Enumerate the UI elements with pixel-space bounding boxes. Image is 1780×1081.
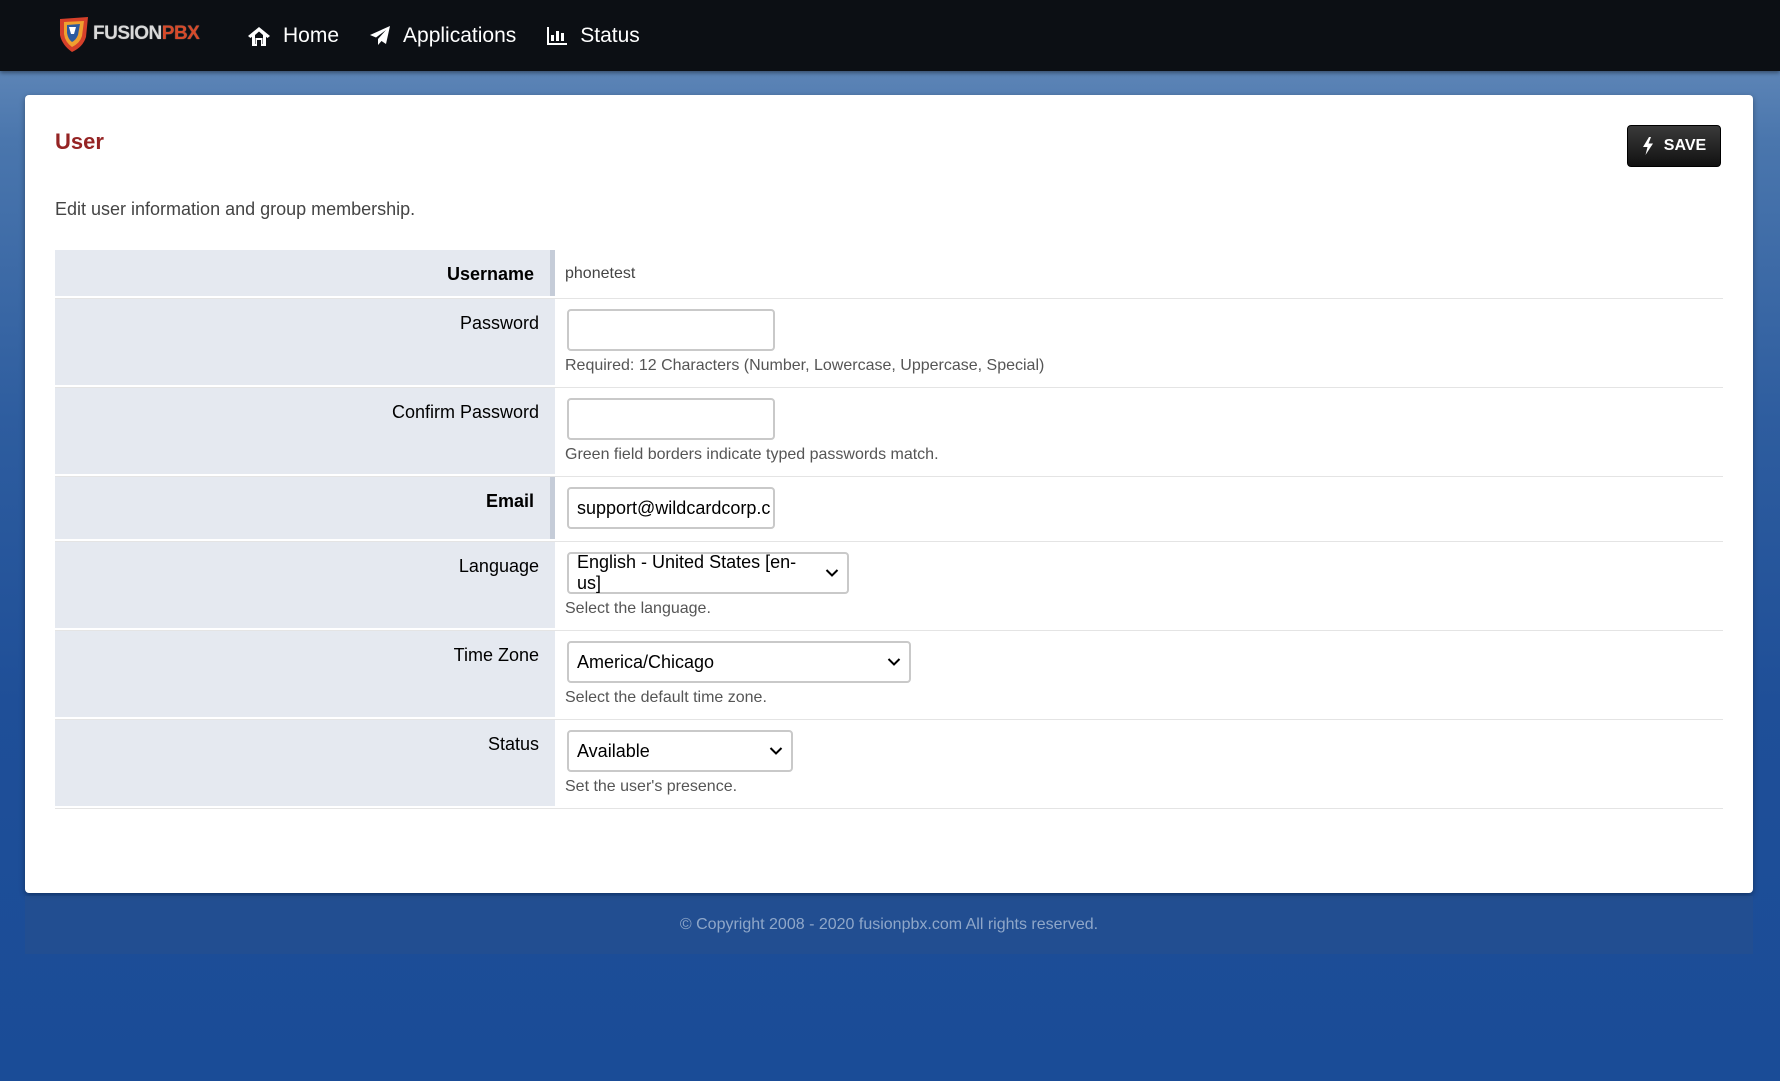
username-value: phonetest	[565, 265, 636, 282]
nav-item-applications[interactable]: Applications	[369, 24, 516, 48]
form-row-status: Status Available Set the user's presence…	[55, 720, 1723, 809]
field-label-time-zone: Time Zone	[55, 631, 555, 717]
save-button[interactable]: SAVE	[1627, 125, 1721, 167]
nav-item-label: Applications	[403, 23, 517, 47]
form-row-confirm-password: Confirm Password Green field borders ind…	[55, 388, 1723, 477]
bar-chart-icon	[547, 26, 568, 45]
chevron-down-icon	[825, 568, 839, 578]
confirm-password-help: Green field borders indicate typed passw…	[565, 446, 939, 463]
footer-copyright: © Copyright 2008 - 2020 fusionpbx.com Al…	[25, 896, 1753, 954]
field-label-username: Username	[55, 250, 555, 296]
password-field[interactable]	[567, 309, 775, 351]
language-help: Select the language.	[565, 600, 711, 617]
logo-shield-icon	[60, 17, 88, 52]
form-row-time-zone: Time Zone America/Chicago Select the def…	[55, 631, 1723, 720]
field-label-password: Password	[55, 299, 555, 385]
user-form: Username phonetest Password Required: 12…	[55, 250, 1723, 809]
chevron-down-icon	[887, 657, 901, 667]
status-help: Set the user's presence.	[565, 778, 738, 795]
nav-item-label: Home	[283, 23, 340, 47]
status-select-value: Available	[577, 740, 650, 761]
form-row-email: Email support@wildcardcorp.c	[55, 477, 1723, 542]
time-zone-select[interactable]: America/Chicago	[567, 641, 911, 683]
nav-item-status[interactable]: Status	[546, 24, 640, 48]
email-field[interactable]: support@wildcardcorp.c	[567, 487, 775, 529]
home-icon	[248, 26, 270, 46]
fusionpbx-logo[interactable]: FUSIONPBX	[56, 14, 200, 54]
status-select[interactable]: Available	[567, 730, 793, 772]
logo-text: FUSIONPBX	[93, 23, 200, 44]
nav-item-label: Status	[580, 23, 640, 47]
confirm-password-field[interactable]	[567, 398, 775, 440]
form-row-username: Username phonetest	[55, 250, 1723, 299]
password-help: Required: 12 Characters (Number, Lowerca…	[565, 357, 1045, 374]
user-edit-card: User SAVE Edit user information and grou…	[25, 95, 1753, 893]
nav-item-home[interactable]: Home	[247, 24, 339, 48]
language-select-value: English - United States [en-us]	[577, 552, 797, 593]
form-row-language: Language English - United States [en-us]…	[55, 542, 1723, 631]
field-label-email: Email	[55, 477, 555, 539]
field-label-language: Language	[55, 542, 555, 628]
chevron-down-icon	[769, 746, 783, 756]
time-zone-help: Select the default time zone.	[565, 689, 767, 706]
top-navbar: FUSIONPBX Home Applications Status	[0, 0, 1780, 71]
paper-plane-icon	[370, 25, 391, 45]
field-label-status: Status	[55, 720, 555, 806]
page-description: Edit user information and group membersh…	[55, 199, 416, 219]
save-button-label: SAVE	[1663, 137, 1707, 154]
bolt-icon	[1642, 137, 1653, 155]
language-select[interactable]: English - United States [en-us]	[567, 552, 849, 594]
page-title: User	[55, 129, 104, 154]
form-row-password: Password Required: 12 Characters (Number…	[55, 299, 1723, 388]
time-zone-select-value: America/Chicago	[577, 651, 715, 672]
field-label-confirm-password: Confirm Password	[55, 388, 555, 474]
main-nav: Home Applications Status	[247, 0, 670, 71]
